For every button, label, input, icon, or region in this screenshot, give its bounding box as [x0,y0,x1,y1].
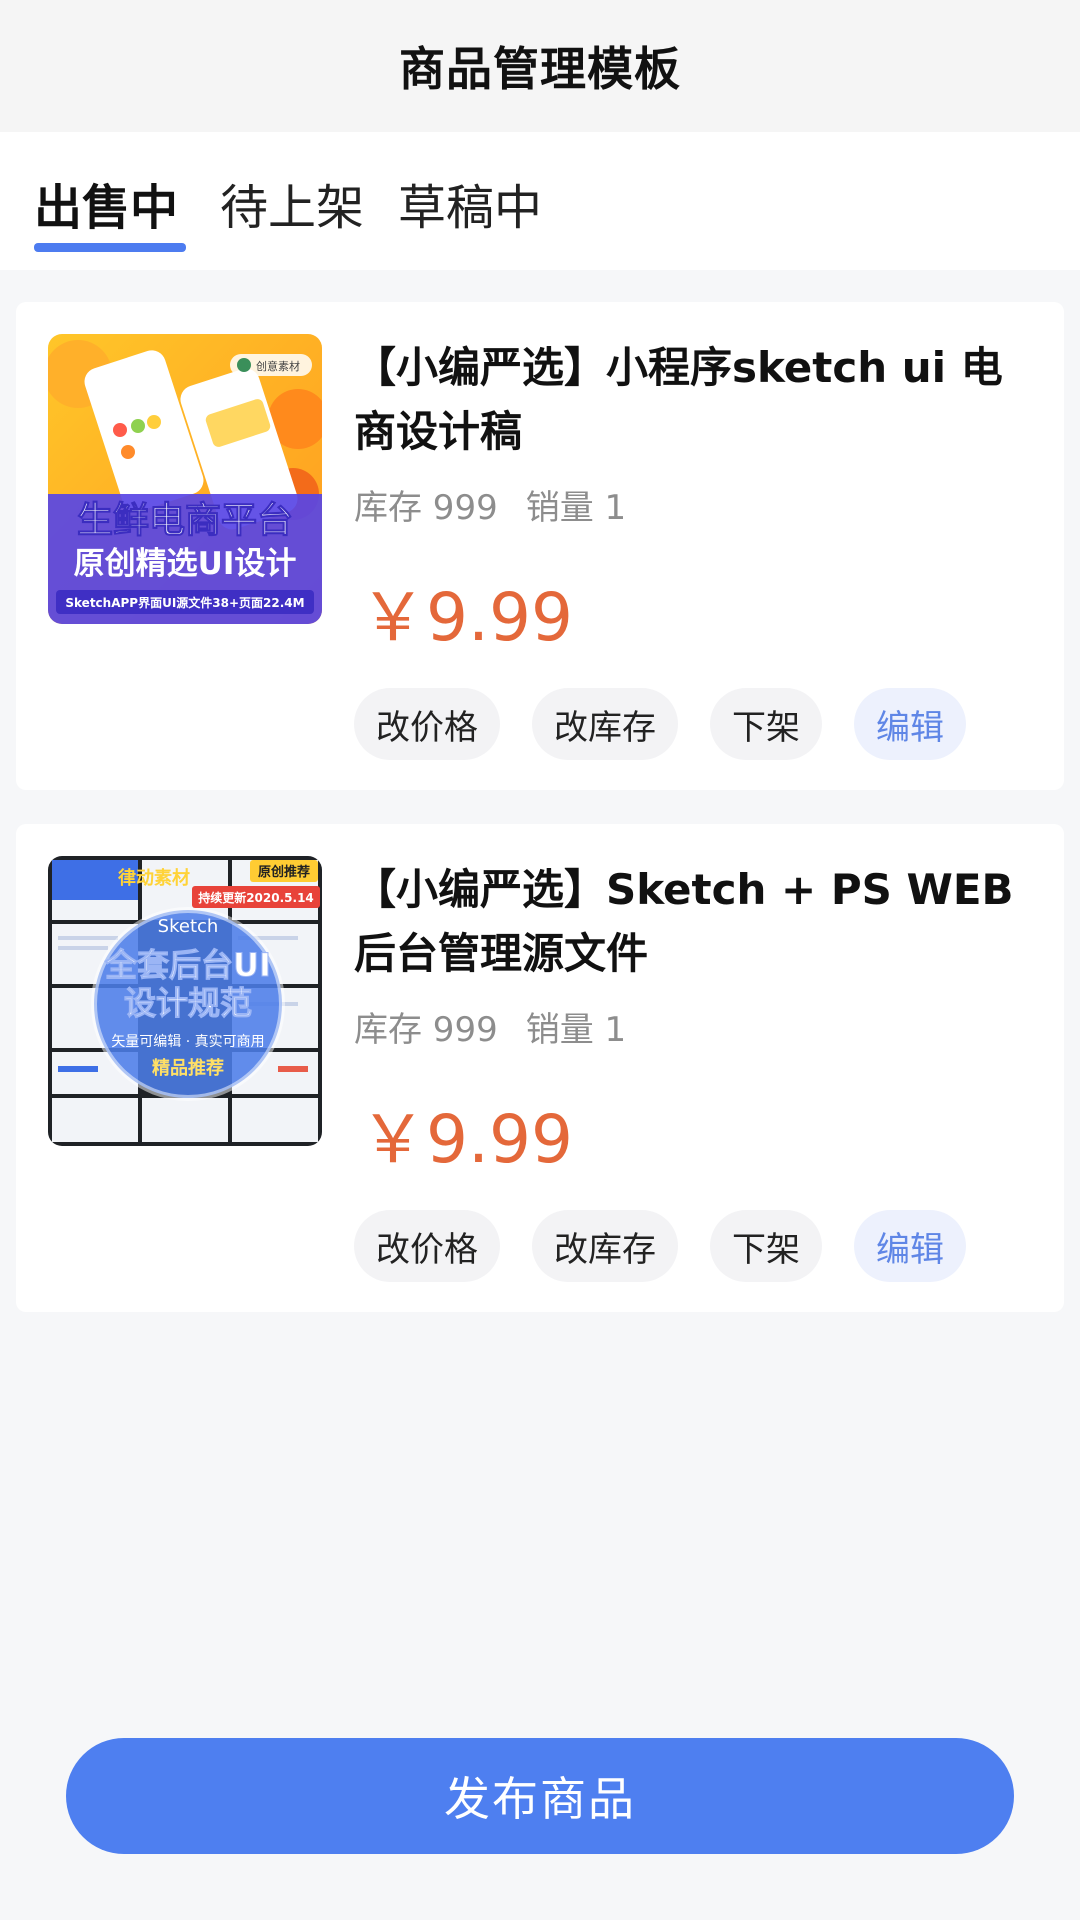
change-stock-button[interactable]: 改库存 [532,688,678,760]
publish-product-button[interactable]: 发布商品 [66,1738,1014,1854]
thumbnail-footer-text: SketchAPP界面UI源文件38+页面22.4M [65,595,304,610]
product-card: 创意素材 生鲜电商平台 原创精选UI设计 SketchAPP界面UI源文件38+… [16,302,1064,790]
page-title: 商品管理模板 [399,42,681,96]
sales-count: 销量 1 [525,488,627,528]
thumbnail-recommend: 精品推荐 [152,1057,224,1079]
product-meta: 库存 999 销量 1 [354,480,654,529]
thumbnail-subheadline: 原创精选UI设计 [74,546,297,582]
thumbnail-circle-top: Sketch [158,916,219,937]
product-actions: 改价格 改库存 下架 编辑 [354,688,966,760]
sales-count: 销量 1 [525,1010,627,1050]
thumbnail-caption: 矢量可编辑 · 真实可商用 [111,1034,264,1050]
product-price: ￥9.99 [360,579,573,656]
change-price-button[interactable]: 改价格 [354,1210,500,1282]
thumbnail-brand-text: 律动素材 [118,867,190,889]
take-down-button[interactable]: 下架 [710,1210,822,1282]
product-title[interactable]: 【小编严选】Sketch + PS WEB后台管理源文件 [354,858,1034,986]
edit-button[interactable]: 编辑 [854,688,966,760]
stock-count: 库存 999 [354,1010,498,1050]
product-thumbnail[interactable]: 创意素材 生鲜电商平台 原创精选UI设计 SketchAPP界面UI源文件38+… [48,334,322,624]
thumbnail-tag-original: 原创推荐 [258,864,310,880]
edit-button[interactable]: 编辑 [854,1210,966,1282]
change-price-button[interactable]: 改价格 [354,688,500,760]
product-thumbnail[interactable]: 律动素材 原创推荐 持续更新2020.5.14 Sketch 全套后台UI 设计… [48,856,322,1146]
product-price: ￥9.99 [360,1101,573,1178]
thumbnail-tag-update: 持续更新2020.5.14 [198,890,314,905]
take-down-button[interactable]: 下架 [710,688,822,760]
thumbnail-subheadline: 设计规范 [124,984,252,1022]
active-tab-indicator [34,243,186,252]
change-stock-button[interactable]: 改库存 [532,1210,678,1282]
thumbnail-headline: 全套后台UI [104,946,271,984]
tab-pending[interactable]: 待上架 [220,168,364,240]
stock-count: 库存 999 [354,488,498,528]
product-meta: 库存 999 销量 1 [354,1002,654,1051]
thumbnail-headline: 生鲜电商平台 [77,500,293,541]
top-navigation-bar: 商品管理模板 [0,0,1080,132]
product-card: 律动素材 原创推荐 持续更新2020.5.14 Sketch 全套后台UI 设计… [16,824,1064,1312]
product-title[interactable]: 【小编严选】小程序sketch ui 电商设计稿 [354,336,1034,464]
product-actions: 改价格 改库存 下架 编辑 [354,1210,966,1282]
thumbnail-badge-text: 创意素材 [256,359,300,373]
tab-on-sale[interactable]: 出售中 [34,168,178,240]
tab-draft[interactable]: 草稿中 [398,168,542,240]
